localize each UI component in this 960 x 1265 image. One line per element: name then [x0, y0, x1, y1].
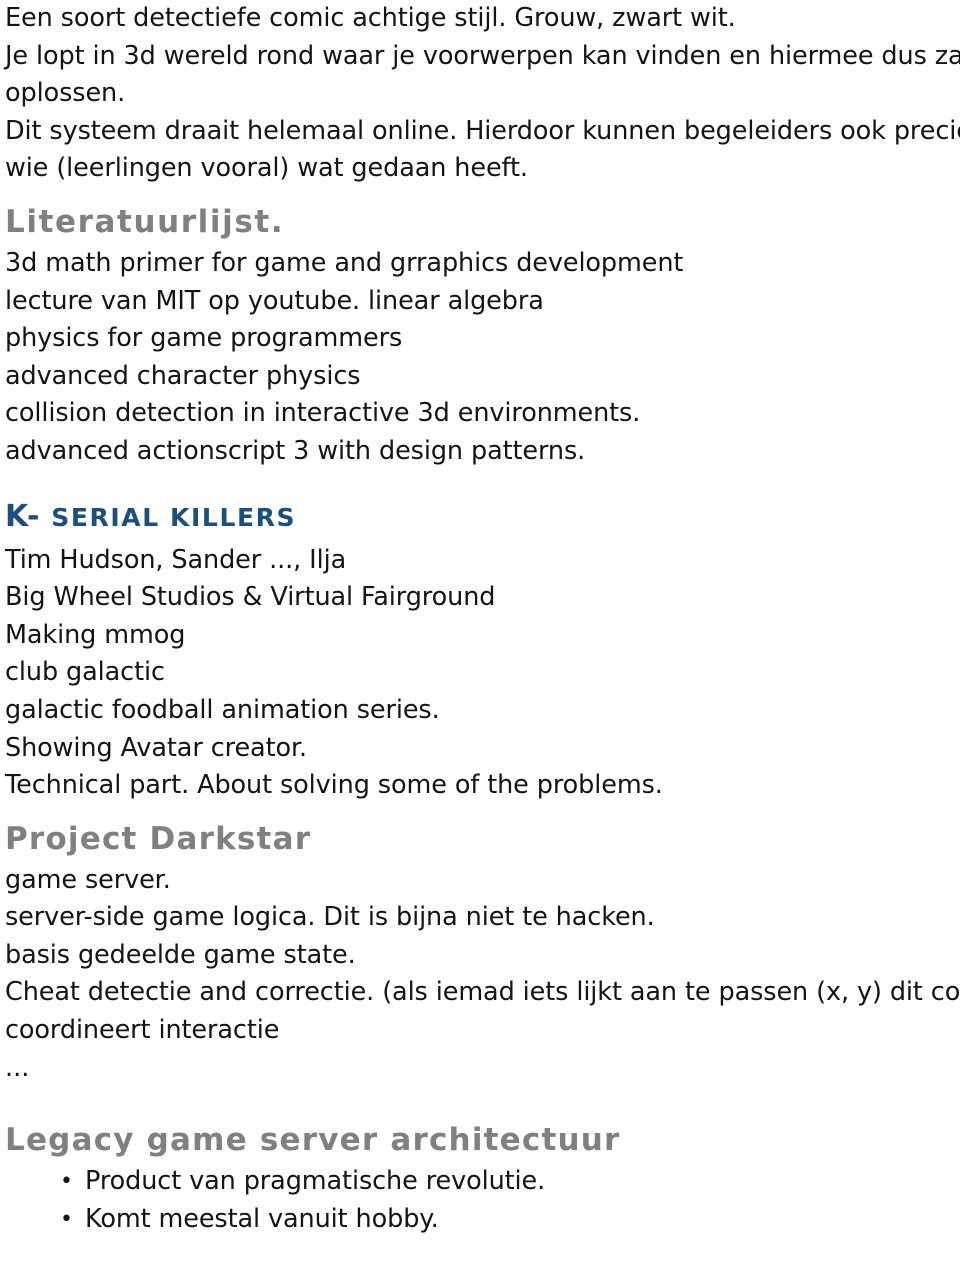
paragraph-line: oplossen. — [5, 78, 126, 109]
section-project-darkstar: Project Darkstar game server. server-sid… — [0, 816, 960, 1088]
list-item: Product van pragmatische revolutie. — [0, 1163, 960, 1201]
section-line-ellipsis: ... — [5, 1052, 30, 1083]
section-line: Technical part. About solving some of th… — [5, 770, 663, 801]
heading-prefix: K- — [5, 498, 41, 534]
section-line: advanced character physics — [5, 360, 361, 391]
paragraph-line: Een soort detectiefe comic achtige stijl… — [5, 3, 736, 33]
section-line: coordineert interactie — [5, 1015, 280, 1046]
section-line: 3d math primer for game and grraphics de… — [5, 247, 684, 278]
heading-rest-text: SERIAL KILLERS — [51, 502, 297, 532]
section-line: physics for game programmers — [5, 323, 403, 354]
section-line: Big Wheel Studios & Virtual Fairground — [5, 582, 496, 613]
document-page: Een soort detectiefe comic achtige stijl… — [0, 0, 960, 1265]
section-line: Cheat detectie and correctie. (als iemad… — [5, 977, 960, 1008]
section-line: Showing Avatar creator. — [5, 732, 308, 763]
section-heading: Literatuurlijst. — [5, 203, 285, 240]
section-line: game server. — [5, 864, 171, 895]
section-line: galactic foodball animation series. — [5, 694, 440, 725]
section-legacy-architecture: Legacy game server architectuur Product … — [0, 1117, 960, 1238]
section-line: lecture van MIT op youtube. linear algeb… — [5, 285, 544, 316]
section-line: basis gedeelde game state. — [5, 939, 356, 970]
intro-paragraph: Een soort detectiefe comic achtige stijl… — [0, 0, 960, 188]
section-line: advanced actionscript 3 with design patt… — [5, 435, 586, 466]
section-line: server-side game logica. Dit is bijna ni… — [5, 902, 655, 933]
section-serial-killers: K- SERIAL KILLERS Tim Hudson, Sander ...… — [0, 493, 960, 805]
list-item: Komt meestal vanuit hobby. — [0, 1201, 960, 1239]
section-line: collision detection in interactive 3d en… — [5, 398, 641, 429]
section-line: club galactic — [5, 657, 165, 688]
paragraph-line: Dit systeem draait helemaal online. Hier… — [5, 115, 960, 146]
section-heading: Project Darkstar — [5, 820, 312, 857]
bullet-list: Product van pragmatische revolutie. Komt… — [0, 1163, 960, 1238]
heading-rest — [41, 503, 51, 532]
section-heading: K- SERIAL KILLERS — [0, 493, 960, 542]
paragraph-line: Je lopt in 3d wereld rond waar je voorwe… — [5, 40, 960, 71]
section-heading: Legacy game server architectuur — [5, 1122, 621, 1159]
paragraph-line: wie (leerlingen vooral) wat gedaan heeft… — [5, 153, 528, 184]
section-line: Making mmog — [5, 619, 186, 650]
section-literatuurlijst: Literatuurlijst. 3d math primer for game… — [0, 199, 960, 471]
section-line: Tim Hudson, Sander ..., Ilja — [5, 544, 347, 575]
